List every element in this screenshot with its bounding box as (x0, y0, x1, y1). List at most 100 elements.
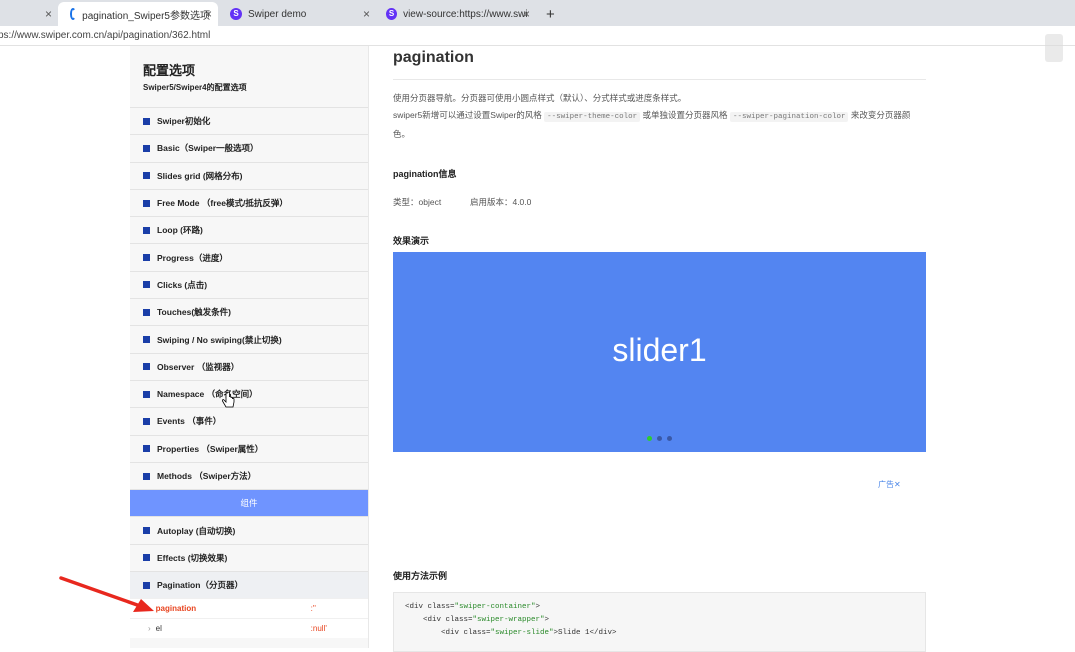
sub-item-value: :null' (310, 624, 327, 634)
usage-heading: 使用方法示例 (393, 571, 448, 581)
chevron-right-icon: › (148, 624, 151, 634)
ad-text: 广告 (878, 480, 894, 489)
code-string: "swiper-container" (454, 603, 536, 611)
url-text: ps://www.swiper.com.cn/api/pagination/36… (0, 30, 211, 41)
tab-title: pagination_Swiper5参数选项 (82, 10, 210, 22)
square-bullet-icon (143, 172, 150, 180)
close-tab-icon[interactable]: × (363, 7, 370, 21)
swiper-demo[interactable]: slider1 (393, 252, 926, 452)
browser-tab-active[interactable]: pagination_Swiper5参数选项 × (58, 2, 218, 26)
sidebar-item[interactable]: Free Mode （free模式/抵抗反弹） (130, 188, 368, 216)
sidebar-item-label: Effects (切换效果) (157, 552, 228, 563)
sub-item-el[interactable]: › el :null' (130, 618, 368, 639)
code-block: <div class="swiper-container"> <div clas… (393, 592, 926, 652)
code-line: <div class="swiper-container"> (405, 601, 914, 614)
info-row: 类型：object 启用版本：4.0.0 (393, 196, 926, 208)
code-string: "swiper-wrapper" (472, 616, 545, 624)
sidebar-item[interactable]: Events （事件） (130, 407, 368, 434)
sidebar-item-label: Progress（进度） (157, 252, 228, 263)
close-tab-icon[interactable]: × (523, 7, 530, 21)
sidebar-item[interactable]: Properties （Swiper属性） (130, 434, 368, 462)
desc-text: 或单独设置分页器风格 (642, 110, 728, 120)
sidebar-item[interactable]: Basic（Swiper一般选项） (130, 134, 368, 161)
sidebar-item[interactable]: Methods （Swiper方法） (130, 461, 368, 489)
sidebar-header: 配置选项 Swiper5/Swiper4的配置选项 (130, 46, 368, 107)
sidebar-item-label: Events （事件） (157, 416, 222, 427)
sidebar-item-label: Swiper初始化 (157, 116, 211, 127)
close-tab-icon[interactable]: × (205, 7, 212, 21)
square-bullet-icon (143, 117, 150, 125)
sidebar-item-label: Pagination（分页器） (157, 580, 243, 591)
sidebar-item-label: Methods （Swiper方法） (157, 471, 257, 481)
code-tag: > (544, 616, 550, 624)
sidebar-item[interactable]: Namespace （命名空间） (130, 379, 368, 407)
chevron-right-icon: › (148, 604, 151, 614)
inline-code: --swiper-theme-color (544, 112, 641, 122)
plus-icon[interactable]: + (536, 2, 565, 26)
tab-title: view-source:https://www.swipe (403, 8, 528, 20)
code-tag: <div class= (405, 603, 455, 611)
browser-tab[interactable]: S view-source:https://www.swipe × (376, 2, 536, 26)
sidebar-section-components[interactable]: 组件 (130, 489, 368, 517)
sidebar-item[interactable]: Effects (切换效果) (130, 543, 368, 571)
sidebar-item-label: Loop (环路) (157, 225, 203, 236)
sub-item-pagination[interactable]: › pagination:'' (130, 598, 368, 619)
sidebar-item-label: Observer （监视器） (157, 361, 240, 372)
sidebar-item-label: Namespace （命名空间） (157, 389, 258, 400)
code-line: <div class="swiper-slide">Slide 1</div> (405, 627, 914, 640)
sidebar-item[interactable]: Touches(触发条件) (130, 298, 368, 325)
pagination-dots (393, 436, 926, 441)
type-value: object (418, 197, 442, 207)
code-string: "swiper-slide" (490, 629, 554, 637)
type-label: 类型： (393, 197, 419, 207)
close-tab-icon[interactable]: × (45, 7, 52, 21)
sub-item-value: :'' (310, 604, 316, 614)
code-line: <div class="swiper-wrapper"> (405, 614, 914, 627)
demo-heading: 效果演示 (393, 236, 430, 246)
description-line: 使用分页器导航。分页器可使用小圆点样式（默认）、分式样式或进度条样式。 (393, 93, 687, 103)
ad-label[interactable]: 广告✕ (878, 479, 901, 490)
close-icon[interactable]: ✕ (894, 480, 901, 489)
pagination-bullet[interactable] (657, 436, 662, 441)
pagination-bullet[interactable] (667, 436, 672, 441)
browser-tab[interactable]: S Swiper demo × (218, 2, 376, 26)
square-bullet-icon (143, 144, 150, 152)
sidebar-item-label: Swiping / No swiping(禁止切换) (157, 334, 282, 345)
code-tag: >Slide 1</div> (553, 629, 617, 637)
square-bullet-icon (143, 390, 150, 398)
browser-tab-bar: × pagination_Swiper5参数选项 × S Swiper demo… (0, 0, 1075, 26)
watermark-overlay (1045, 30, 1063, 66)
code-tag: <div class= (441, 629, 491, 637)
square-bullet-icon (143, 472, 150, 480)
sidebar-item[interactable]: Slides grid (网格分布) (130, 161, 368, 189)
square-bullet-icon (143, 281, 150, 289)
sidebar-item[interactable]: Loop (环路) (130, 216, 368, 243)
info-heading: pagination信息 (393, 169, 457, 179)
address-bar[interactable]: ps://www.swiper.com.cn/api/pagination/36… (0, 26, 1075, 46)
overlay-box (1045, 34, 1063, 62)
sidebar-item[interactable]: Clicks (点击) (130, 270, 368, 298)
inline-code: --swiper-pagination-color (729, 112, 849, 122)
sidebar-item[interactable]: Progress（进度） (130, 243, 368, 270)
sidebar-item-label: Basic（Swiper一般选项） (157, 143, 259, 154)
sidebar-item[interactable]: Observer （监视器） (130, 352, 368, 380)
sidebar-item-label: Touches(触发条件) (157, 307, 231, 318)
square-bullet-icon (143, 226, 150, 234)
sidebar-item[interactable]: Swiping / No swiping(禁止切换) (130, 325, 368, 352)
tab-title: Swiper demo (248, 8, 307, 20)
page-title: pagination (393, 49, 926, 80)
pagination-bullet-active[interactable] (647, 436, 652, 441)
sidebar-item[interactable]: Autoplay (自动切换) (130, 516, 368, 543)
browser-tab[interactable]: × (0, 2, 58, 26)
loading-icon (70, 8, 77, 20)
sidebar-item-pagination[interactable]: Pagination（分页器） (130, 571, 368, 599)
square-bullet-icon (143, 445, 150, 453)
sidebar-item[interactable]: Swiper初始化 (130, 107, 368, 134)
version-label: 启用版本： (469, 197, 513, 207)
description-line: swiper5新增可以通过设置Swiper的风格 --swiper-theme-… (393, 107, 926, 143)
description: 使用分页器导航。分页器可使用小圆点样式（默认）、分式样式或进度条样式。 swip… (393, 90, 926, 143)
sidebar-title: 配置选项 (143, 63, 196, 78)
square-bullet-icon (143, 417, 150, 425)
sub-item-name: el (155, 624, 162, 634)
square-bullet-icon (143, 581, 150, 589)
